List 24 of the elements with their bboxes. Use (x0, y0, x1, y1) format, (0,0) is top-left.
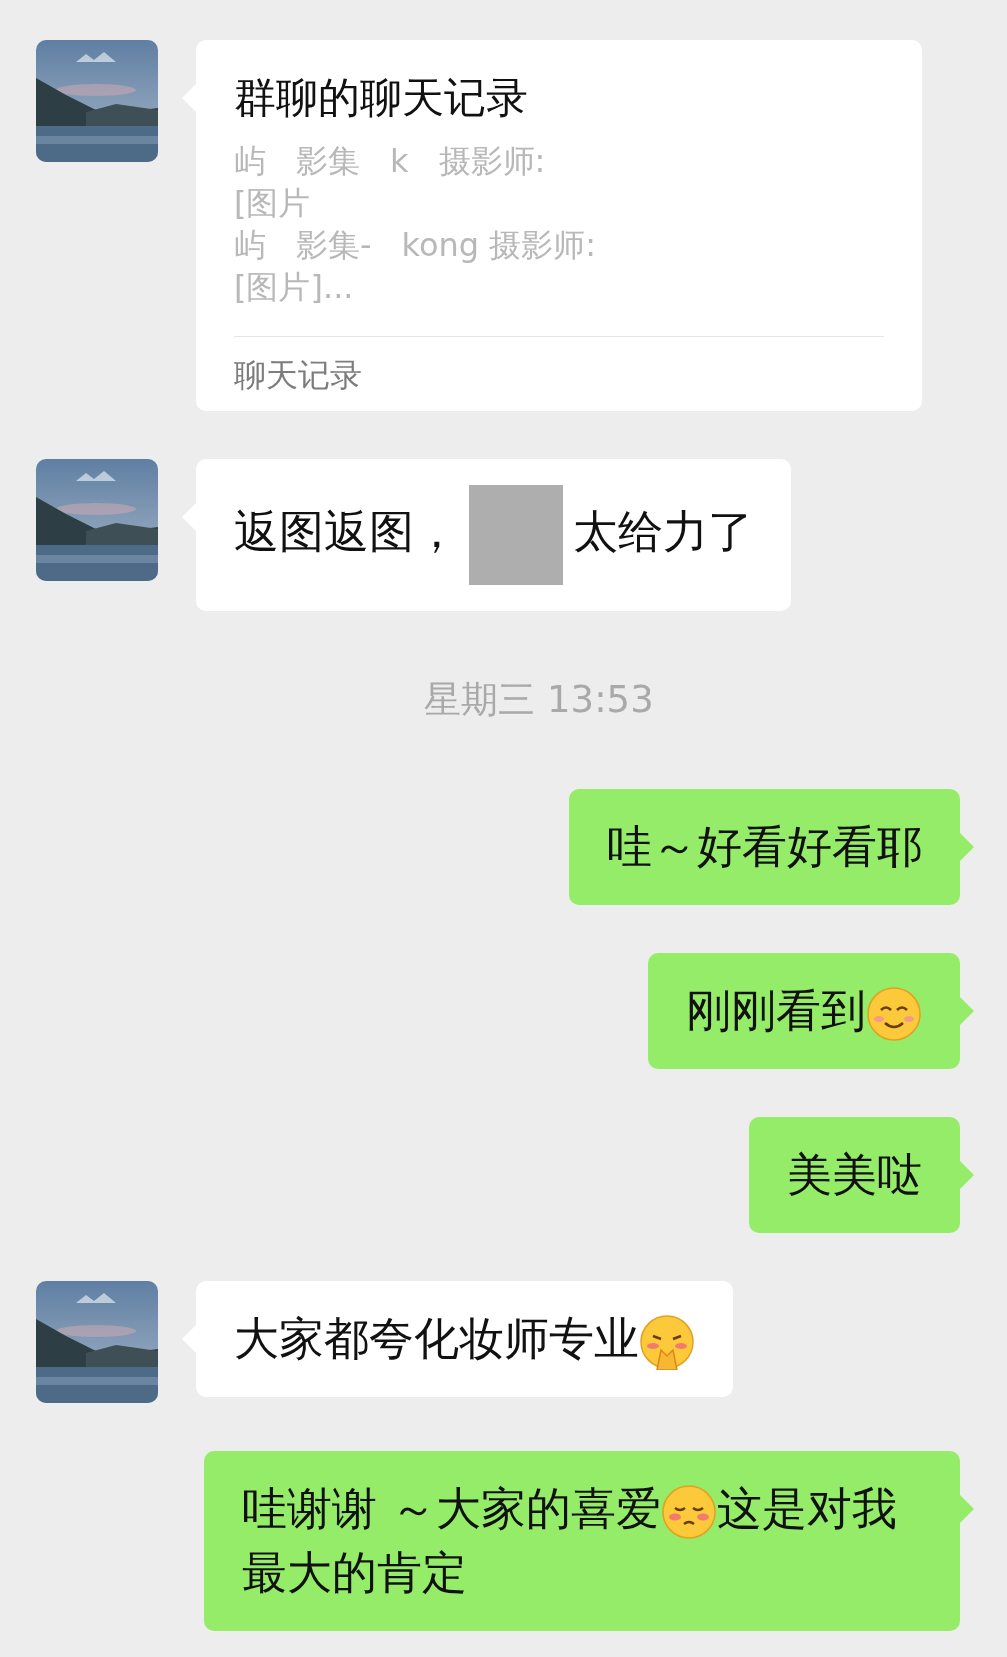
avatar[interactable] (36, 459, 158, 581)
blushing-face-icon (661, 1484, 718, 1540)
avatar[interactable] (36, 40, 158, 162)
message-text: 美美哒 (787, 1148, 922, 1201)
record-text: 屿 (234, 141, 266, 182)
record-text: 摄影师: (438, 141, 546, 182)
record-text: kong 摄影师: (401, 225, 597, 266)
shy-face-icon (639, 1314, 695, 1370)
timestamp: 星期三 13:53 (423, 677, 654, 723)
record-title: 群聊的聊天记录 (234, 72, 529, 124)
record-footer: 聊天记录 (234, 336, 884, 405)
message-text: 返图返图， 太给力了 (234, 505, 753, 558)
smiling-face-icon (866, 986, 922, 1042)
message-text: 哇谢谢 ～大家的喜爱 这是对我最大的肯定 (242, 1482, 898, 1599)
message-text: 哇～好看好看耶 (607, 820, 922, 873)
record-text: [图片]... (234, 267, 354, 308)
message-text: 大家都夸化妆师专业 (234, 1312, 695, 1365)
record-text: 屿 (234, 225, 266, 266)
record-text: 影集- (296, 225, 372, 266)
record-text: [图片 (234, 183, 311, 224)
record-text: k (390, 141, 409, 182)
avatar[interactable] (36, 1281, 158, 1403)
record-text: 影集 (296, 141, 360, 182)
message-text: 刚刚看到 (686, 984, 922, 1037)
